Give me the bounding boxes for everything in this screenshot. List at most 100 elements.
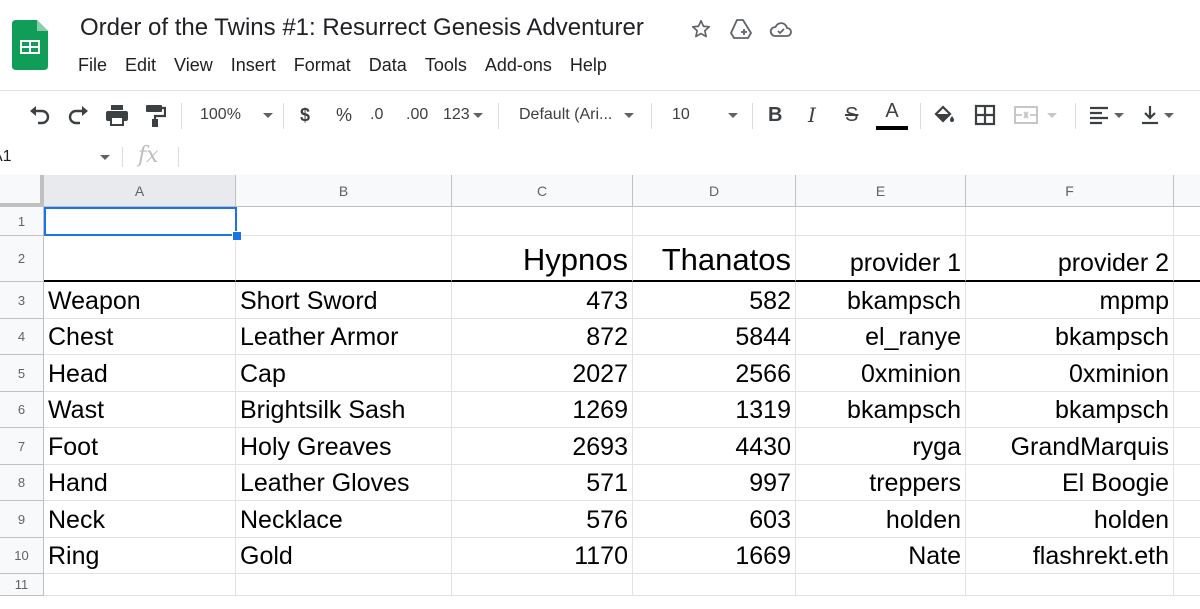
decrease-decimal-button[interactable]: .0: [370, 91, 383, 139]
cell-g8[interactable]: [1174, 465, 1200, 501]
cell-a11[interactable]: [44, 574, 236, 596]
cell-e10[interactable]: Nate: [796, 538, 966, 574]
bold-button[interactable]: B: [768, 91, 782, 139]
cell-c5[interactable]: 2027: [452, 355, 633, 392]
italic-button[interactable]: I: [808, 91, 816, 139]
row-header-2[interactable]: 2: [0, 236, 44, 282]
row-header-7[interactable]: 7: [0, 428, 44, 465]
cell-g6[interactable]: [1174, 392, 1200, 428]
cell-b6[interactable]: Brightsilk Sash: [236, 392, 452, 428]
formula-input[interactable]: [186, 139, 1186, 175]
cell-b11[interactable]: [236, 574, 452, 596]
column-header-d[interactable]: D: [633, 175, 796, 207]
cell-a3[interactable]: Weapon: [44, 282, 236, 319]
cell-e8[interactable]: treppers: [796, 465, 966, 501]
percent-format-button[interactable]: %: [336, 91, 352, 139]
horizontal-align-icon[interactable]: [1088, 91, 1124, 139]
cell-b5[interactable]: Cap: [236, 355, 452, 392]
cell-a7[interactable]: Foot: [44, 428, 236, 465]
row-header-1[interactable]: 1: [0, 207, 44, 236]
strikethrough-button[interactable]: S: [845, 91, 858, 139]
cell-a9[interactable]: Neck: [44, 501, 236, 538]
undo-icon[interactable]: [28, 91, 52, 139]
menu-insert[interactable]: Insert: [231, 55, 276, 76]
cell-f5[interactable]: 0xminion: [966, 355, 1174, 392]
menu-help[interactable]: Help: [570, 55, 607, 76]
redo-icon[interactable]: [66, 91, 90, 139]
column-header-g[interactable]: [1174, 175, 1200, 207]
cell-g5[interactable]: [1174, 355, 1200, 392]
cell-a10[interactable]: Ring: [44, 538, 236, 574]
sheets-logo-icon[interactable]: [12, 20, 48, 70]
name-box[interactable]: A1: [0, 139, 120, 175]
cell-e6[interactable]: bkampsch: [796, 392, 966, 428]
cell-b10[interactable]: Gold: [236, 538, 452, 574]
cell-g11[interactable]: [1174, 574, 1200, 596]
cloud-saved-icon[interactable]: [768, 16, 794, 42]
cell-d1[interactable]: [633, 207, 796, 236]
cell-a2[interactable]: [44, 236, 236, 282]
row-header-10[interactable]: 10: [0, 538, 44, 574]
fill-color-icon[interactable]: [932, 91, 956, 139]
menu-addons[interactable]: Add-ons: [485, 55, 552, 76]
cell-g9[interactable]: [1174, 501, 1200, 538]
fill-handle[interactable]: [232, 231, 242, 241]
cell-e5[interactable]: 0xminion: [796, 355, 966, 392]
cell-d10[interactable]: 1669: [633, 538, 796, 574]
cell-b2[interactable]: [236, 236, 452, 282]
move-to-drive-icon[interactable]: [728, 16, 754, 42]
document-title[interactable]: Order of the Twins #1: Resurrect Genesis…: [80, 14, 644, 42]
row-header-11[interactable]: 11: [0, 574, 44, 596]
menu-data[interactable]: Data: [369, 55, 407, 76]
cell-g4[interactable]: [1174, 319, 1200, 355]
cell-f2[interactable]: provider 2: [966, 236, 1174, 282]
zoom-select[interactable]: 100%: [200, 91, 273, 139]
cell-d5[interactable]: 2566: [633, 355, 796, 392]
cell-a8[interactable]: Hand: [44, 465, 236, 501]
cell-d9[interactable]: 603: [633, 501, 796, 538]
cell-e7[interactable]: ryga: [796, 428, 966, 465]
cell-e9[interactable]: holden: [796, 501, 966, 538]
column-header-f[interactable]: F: [966, 175, 1174, 207]
star-icon[interactable]: [688, 16, 714, 42]
cell-a5[interactable]: Head: [44, 355, 236, 392]
row-header-8[interactable]: 8: [0, 465, 44, 501]
cell-b4[interactable]: Leather Armor: [236, 319, 452, 355]
cell-d2[interactable]: Thanatos: [633, 236, 796, 282]
cell-c4[interactable]: 872: [452, 319, 633, 355]
row-header-3[interactable]: 3: [0, 282, 44, 319]
menu-view[interactable]: View: [174, 55, 213, 76]
currency-format-button[interactable]: $: [300, 91, 310, 139]
row-header-6[interactable]: 6: [0, 392, 44, 428]
cell-g10[interactable]: [1174, 538, 1200, 574]
cell-c6[interactable]: 1269: [452, 392, 633, 428]
cell-f8[interactable]: El Boogie: [966, 465, 1174, 501]
select-all-corner[interactable]: [0, 175, 44, 207]
cell-e3[interactable]: bkampsch: [796, 282, 966, 319]
cell-f7[interactable]: GrandMarquis: [966, 428, 1174, 465]
cell-c9[interactable]: 576: [452, 501, 633, 538]
cell-c11[interactable]: [452, 574, 633, 596]
cell-e4[interactable]: el_ranye: [796, 319, 966, 355]
menu-tools[interactable]: Tools: [425, 55, 467, 76]
menu-file[interactable]: File: [78, 55, 107, 76]
cell-f10[interactable]: flashrekt.eth: [966, 538, 1174, 574]
cell-c8[interactable]: 571: [452, 465, 633, 501]
row-header-4[interactable]: 4: [0, 319, 44, 355]
cell-b8[interactable]: Leather Gloves: [236, 465, 452, 501]
more-formats-button[interactable]: 123: [443, 91, 483, 139]
text-color-button[interactable]: A: [876, 91, 908, 139]
menu-format[interactable]: Format: [294, 55, 351, 76]
cell-b9[interactable]: Necklace: [236, 501, 452, 538]
cell-f4[interactable]: bkampsch: [966, 319, 1174, 355]
menu-edit[interactable]: Edit: [125, 55, 156, 76]
font-family-select[interactable]: Default (Ari...: [519, 91, 635, 139]
cell-g1[interactable]: [1174, 207, 1200, 236]
cell-c7[interactable]: 2693: [452, 428, 633, 465]
cell-a6[interactable]: Wast: [44, 392, 236, 428]
cell-e2[interactable]: provider 1: [796, 236, 966, 282]
row-header-9[interactable]: 9: [0, 501, 44, 538]
cell-b1[interactable]: [236, 207, 452, 236]
cell-f11[interactable]: [966, 574, 1174, 596]
borders-icon[interactable]: [974, 91, 996, 139]
